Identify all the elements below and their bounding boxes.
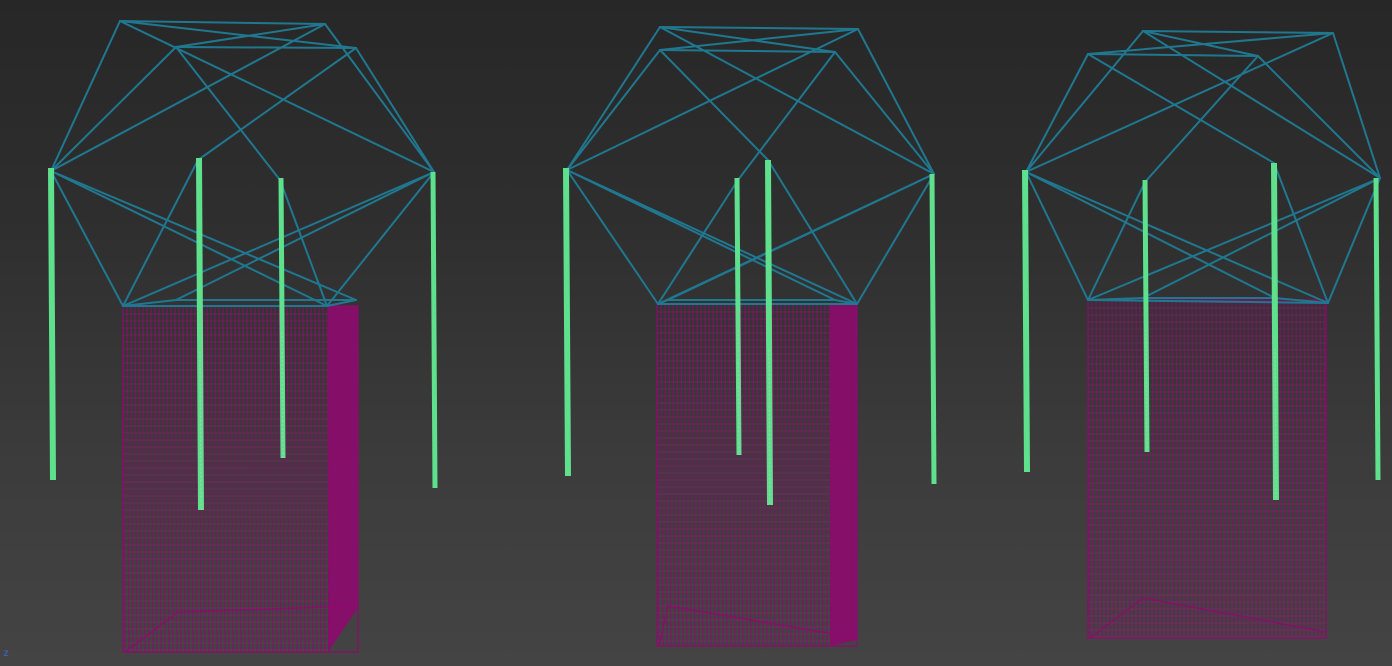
hanging-cable[interactable] [196,157,204,511]
scene-canvas[interactable] [0,0,1392,666]
axis-indicator-z: z [3,648,10,659]
hanging-cable[interactable] [278,177,286,459]
hanging-cable[interactable] [765,159,773,506]
hanging-cable[interactable] [734,177,742,456]
cuboctahedron-frame[interactable] [50,20,435,307]
3d-viewport[interactable]: z [0,0,1392,666]
cuboctahedron-frame[interactable] [1025,30,1381,304]
hanging-cable[interactable] [1373,177,1381,481]
hanging-cable[interactable] [563,167,571,477]
hanging-cable[interactable] [929,173,937,485]
grid-mesh-block[interactable] [656,303,858,647]
hanging-cable[interactable] [1022,169,1030,473]
hanging-cable[interactable] [1142,179,1150,453]
grid-mesh-block[interactable] [1087,299,1327,639]
grid-mesh-block[interactable] [122,305,359,653]
frame-assembly-1[interactable] [48,20,438,653]
hanging-cable[interactable] [430,171,438,489]
hanging-cable[interactable] [48,167,56,481]
cuboctahedron-frame[interactable] [566,26,935,305]
hanging-cable[interactable] [1271,162,1279,501]
frame-assembly-3[interactable] [1022,30,1381,639]
frame-assembly-2[interactable] [563,26,937,647]
